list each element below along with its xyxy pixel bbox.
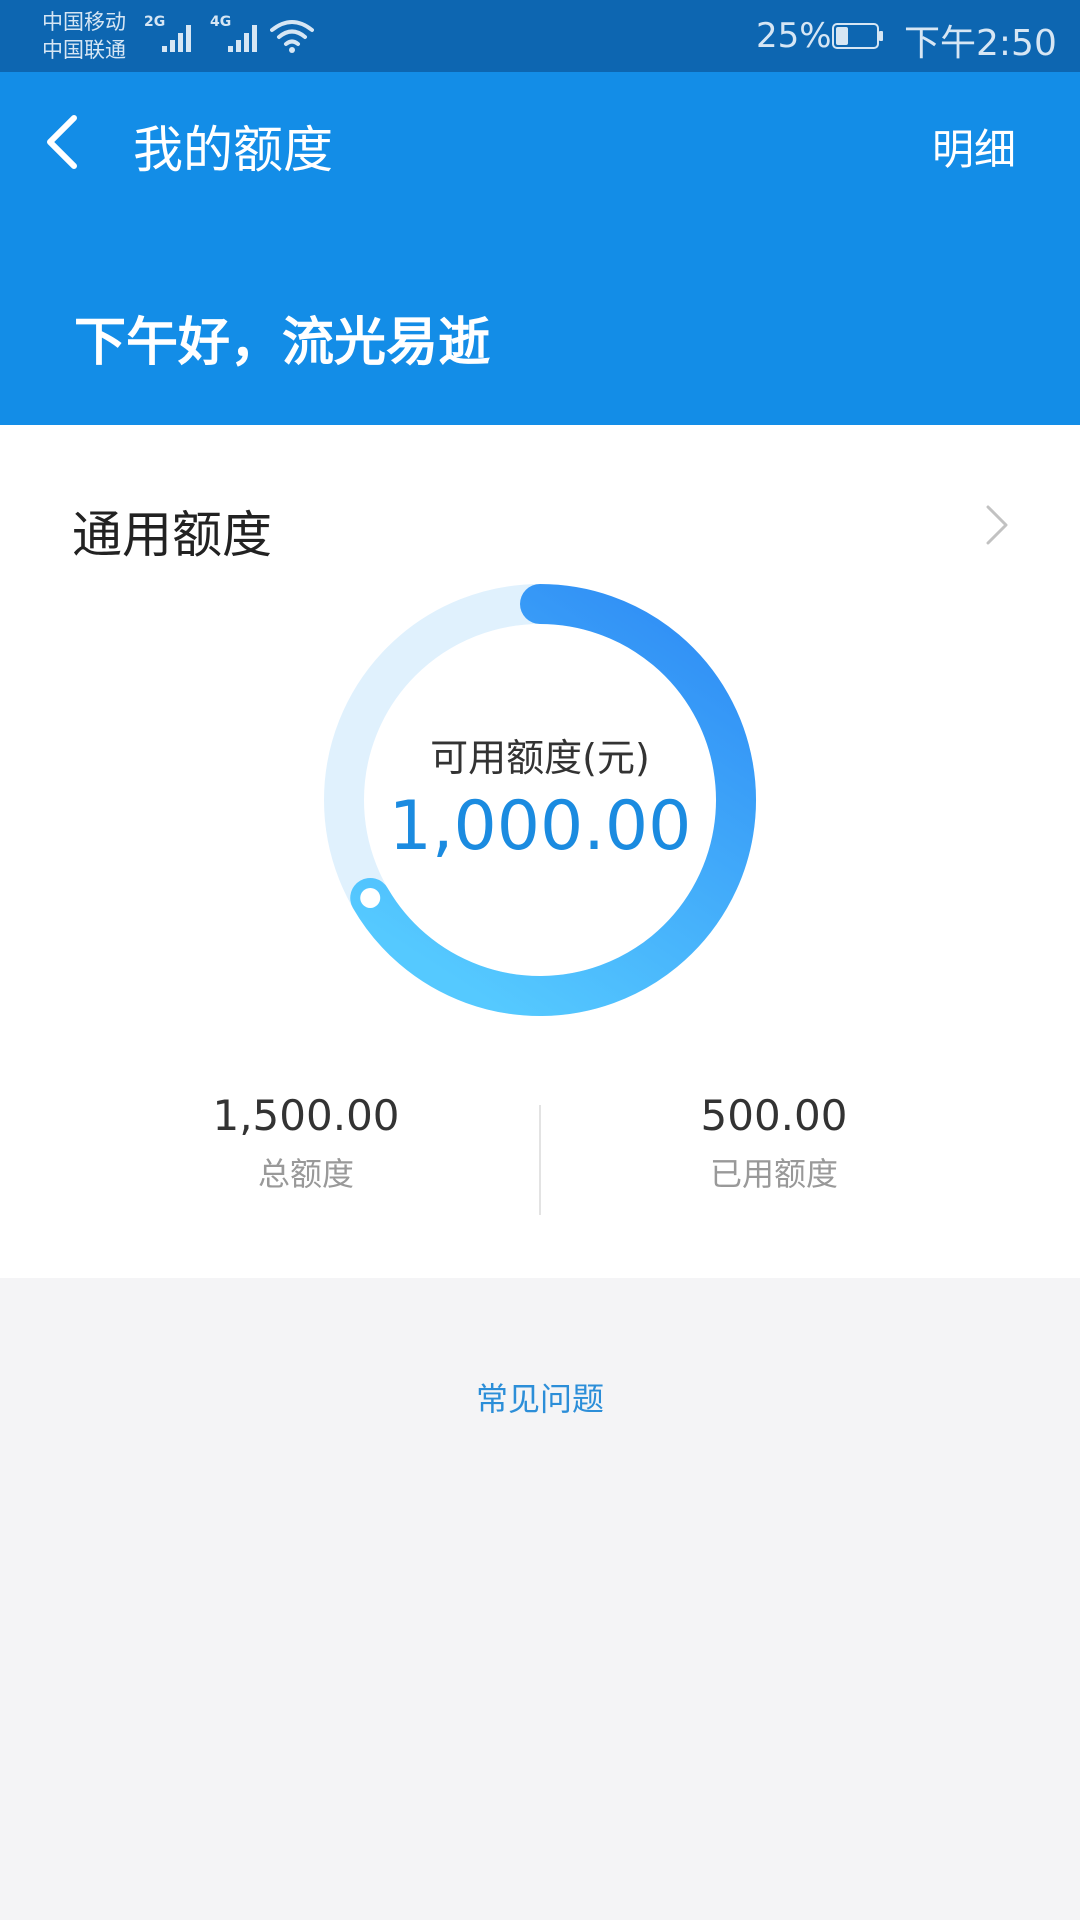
card-title[interactable]: 通用额度: [72, 495, 272, 567]
app-header: 我的额度 明细 下午好，流光易逝: [0, 72, 1080, 425]
total-value: 1,500.00: [212, 1091, 400, 1140]
signal-bars-icon: [228, 25, 257, 52]
used-credit: 500.00 已用额度: [594, 1090, 954, 1196]
available-label: 可用额度(元): [430, 736, 650, 780]
status-bar: 中国移动 中国联通 2G 4G 25% 下午2:50: [0, 0, 1080, 72]
detail-button[interactable]: 明细: [932, 116, 1016, 177]
ring-end-dot: [360, 887, 381, 908]
carrier-2: 中国联通: [42, 38, 126, 62]
status-time: 下午2:50: [904, 23, 1057, 64]
total-credit: 1,500.00 总额度: [126, 1090, 486, 1196]
battery-icon: [832, 23, 883, 49]
used-label: 已用额度: [709, 1155, 838, 1193]
credit-card: 通用额度 可用额度(元) 1,000.00 1,500.00 总额度 500.0…: [0, 425, 1080, 1278]
greeting-text: 下午好，流光易逝: [74, 313, 491, 373]
page-title: 我的额度: [133, 121, 333, 179]
carrier-1: 中国移动: [42, 10, 126, 34]
stat-divider: [539, 1105, 541, 1215]
faq-link[interactable]: 常见问题: [0, 1374, 1080, 1420]
available-value: 1,000.00: [388, 787, 692, 866]
wifi-icon: [270, 20, 314, 53]
used-value: 500.00: [700, 1091, 848, 1140]
chevron-left-icon[interactable]: [40, 112, 90, 172]
battery-percent: 25%: [756, 16, 832, 56]
chevron-right-icon[interactable]: [980, 501, 1014, 549]
total-label: 总额度: [257, 1155, 354, 1193]
signal-bars-icon: [162, 25, 191, 52]
carrier-names: 中国移动 中国联通: [42, 8, 126, 64]
